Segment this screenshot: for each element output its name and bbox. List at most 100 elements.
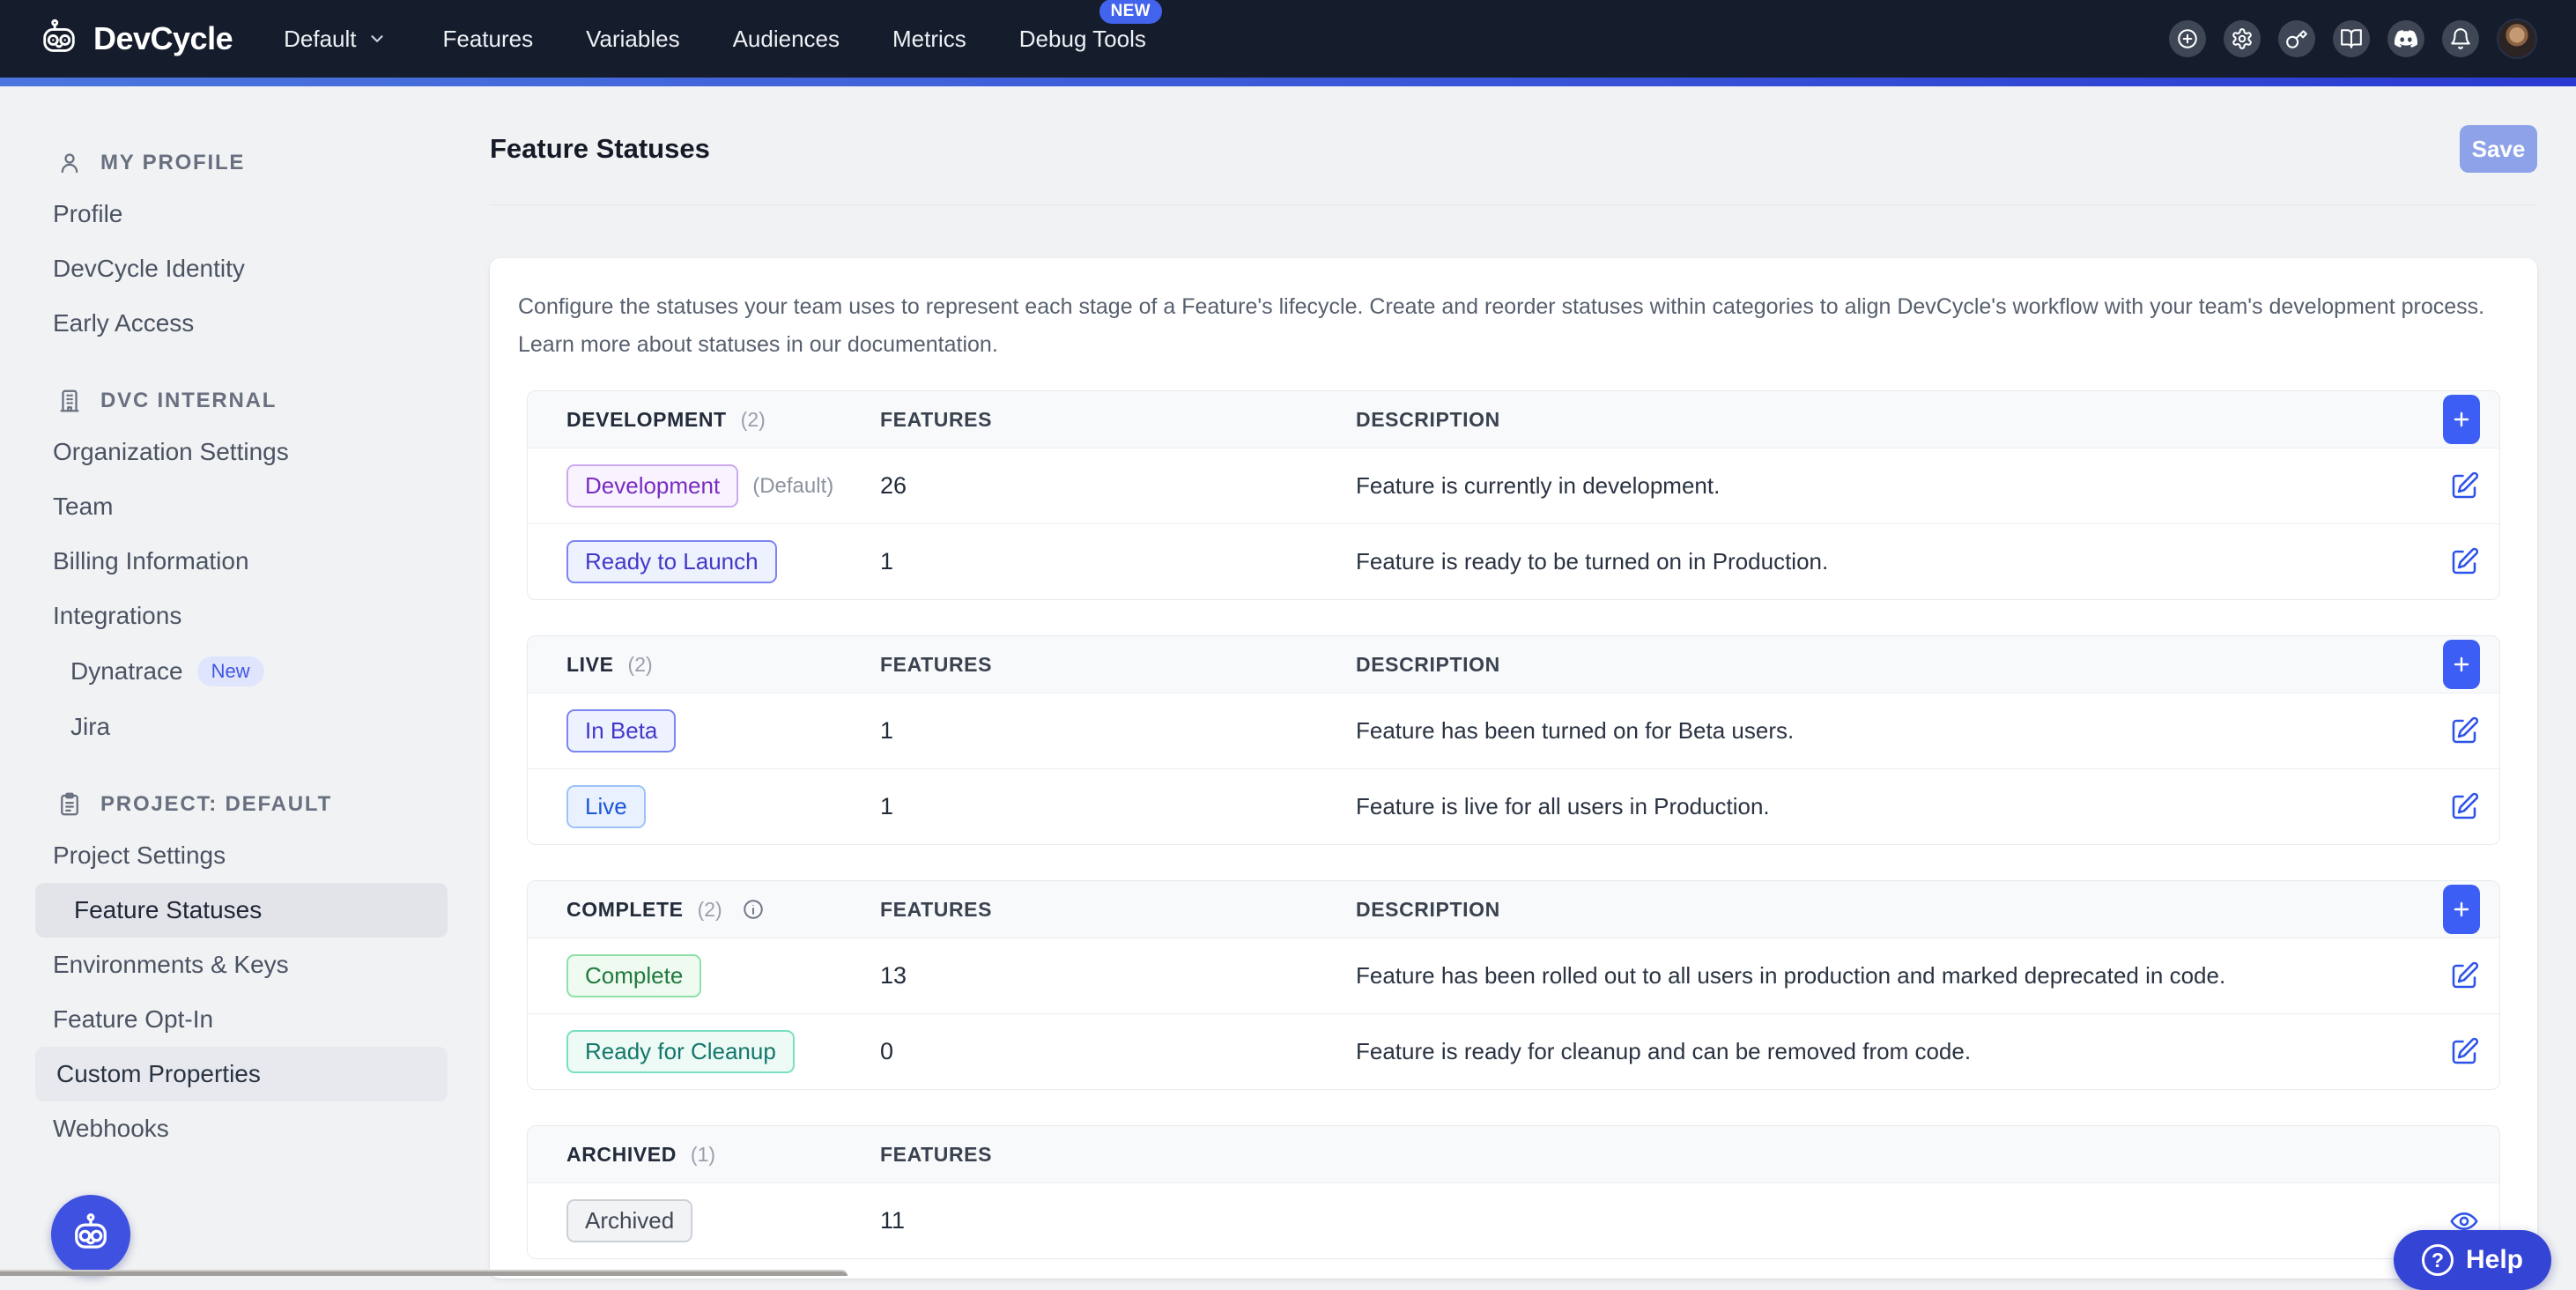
key-icon	[2285, 27, 2308, 50]
features-column-header: FEATURES	[880, 898, 1356, 922]
nav-audiences[interactable]: Audiences	[733, 26, 840, 53]
discord-button[interactable]	[2387, 20, 2424, 57]
info-icon[interactable]	[742, 898, 765, 921]
building-icon	[56, 388, 83, 414]
status-row: Archived 11	[528, 1182, 2499, 1258]
status-group-archived: ARCHIVED (1) FEATURES Archived 11	[527, 1125, 2500, 1259]
docs-book-icon	[2340, 27, 2363, 50]
feature-count: 0	[880, 1038, 1356, 1065]
gear-icon	[2231, 27, 2254, 50]
status-description: Feature is currently in development.	[1356, 472, 2424, 500]
discord-icon	[2395, 27, 2417, 50]
edit-status-button[interactable]	[2448, 960, 2480, 992]
edit-status-button[interactable]	[2448, 1036, 2480, 1068]
navbar-actions	[2169, 19, 2537, 59]
status-badge: Live	[566, 785, 646, 828]
edit-icon	[2448, 960, 2480, 992]
group-name: ARCHIVED	[566, 1143, 677, 1167]
new-badge: NEW	[1099, 0, 1162, 24]
intro-text: Configure the statuses your team uses to…	[518, 288, 2509, 364]
group-count: (2)	[698, 898, 722, 922]
add-status-button[interactable]	[2443, 640, 2480, 689]
edit-status-button[interactable]	[2448, 791, 2480, 823]
sidebar-item-integrations[interactable]: Integrations	[53, 589, 476, 643]
edit-status-button[interactable]	[2448, 715, 2480, 747]
devcycle-assistant-button[interactable]	[51, 1195, 130, 1274]
org-switcher[interactable]: Default	[284, 26, 386, 53]
devcycle-logo[interactable]: DevCycle	[39, 19, 233, 59]
section-project-default: PROJECT: DEFAULT	[56, 791, 476, 818]
bottom-panel-edge	[0, 1270, 848, 1276]
sidebar-item-project-settings[interactable]: Project Settings	[53, 828, 476, 883]
edit-icon	[2448, 546, 2480, 578]
sidebar-item-team[interactable]: Team	[53, 479, 476, 534]
edit-status-button[interactable]	[2448, 471, 2480, 502]
feature-count: 1	[880, 793, 1356, 820]
group-header: COMPLETE (2) FEATURES DESCRIPTION	[528, 881, 2499, 938]
group-header: ARCHIVED (1) FEATURES	[528, 1126, 2499, 1182]
org-switcher-label: Default	[284, 26, 356, 53]
plus-icon	[2451, 409, 2472, 430]
status-badge: In Beta	[566, 709, 676, 752]
sidebar-item-organization-settings[interactable]: Organization Settings	[53, 425, 476, 479]
status-description: Feature is live for all users in Product…	[1356, 793, 2424, 820]
status-row: Development (Default) 26 Feature is curr…	[528, 448, 2499, 523]
edit-status-button[interactable]	[2448, 546, 2480, 578]
status-description: Feature has been turned on for Beta user…	[1356, 717, 2424, 745]
settings-button[interactable]	[2224, 20, 2261, 57]
docs-button[interactable]	[2333, 20, 2370, 57]
page-title: Feature Statuses	[490, 133, 710, 165]
settings-sidebar: MY PROFILE Profile DevCycle Identity Ear…	[0, 86, 476, 1276]
primary-nav: Features Variables Audiences Metrics NEW…	[443, 26, 1146, 53]
sidebar-item-jira[interactable]: Jira	[53, 700, 476, 754]
top-navbar: DevCycle Default Features Variables Audi…	[0, 0, 2576, 78]
clipboard-icon	[56, 791, 83, 818]
feature-count: 13	[880, 962, 1356, 990]
add-status-button[interactable]	[2443, 885, 2480, 934]
edit-icon	[2448, 471, 2480, 502]
notifications-button[interactable]	[2442, 20, 2479, 57]
api-keys-button[interactable]	[2278, 20, 2315, 57]
section-my-profile: MY PROFILE	[56, 150, 476, 176]
sidebar-item-feature-statuses[interactable]: Feature Statuses	[35, 883, 448, 938]
sidebar-item-early-access[interactable]: Early Access	[53, 296, 476, 351]
status-group-live: LIVE (2) FEATURES DESCRIPTION In Beta 1 …	[527, 635, 2500, 845]
feature-count: 11	[880, 1207, 1356, 1234]
add-status-button[interactable]	[2443, 395, 2480, 444]
sidebar-item-feature-opt-in[interactable]: Feature Opt-In	[53, 992, 476, 1047]
sidebar-item-environments-keys[interactable]: Environments & Keys	[53, 938, 476, 992]
nav-metrics[interactable]: Metrics	[892, 26, 966, 53]
status-badge: Development	[566, 464, 738, 508]
group-header: LIVE (2) FEATURES DESCRIPTION	[528, 636, 2499, 693]
status-row: Live 1 Feature is live for all users in …	[528, 768, 2499, 844]
bell-icon	[2449, 27, 2472, 50]
section-dvc-internal: DVC INTERNAL	[56, 388, 476, 414]
sidebar-item-devcycle-identity[interactable]: DevCycle Identity	[53, 241, 476, 296]
description-column-header: DESCRIPTION	[1356, 408, 2424, 432]
description-column-header: DESCRIPTION	[1356, 653, 2424, 677]
header-divider	[490, 204, 2537, 205]
devcycle-robot-icon	[39, 19, 79, 59]
robot-icon	[68, 1212, 114, 1257]
sidebar-item-billing-information[interactable]: Billing Information	[53, 534, 476, 589]
edit-icon	[2448, 1036, 2480, 1068]
help-button[interactable]: ? Help	[2394, 1230, 2551, 1290]
question-icon: ?	[2422, 1244, 2454, 1276]
feature-statuses-card: Configure the statuses your team uses to…	[490, 258, 2537, 1279]
nav-debug-tools[interactable]: NEW Debug Tools	[1019, 26, 1146, 53]
status-row: Ready for Cleanup 0 Feature is ready for…	[528, 1013, 2499, 1089]
user-avatar[interactable]	[2497, 19, 2537, 59]
user-icon	[56, 150, 83, 176]
status-group-complete: COMPLETE (2) FEATURES DESCRIPTION Comple…	[527, 880, 2500, 1090]
help-label: Help	[2466, 1245, 2523, 1275]
sidebar-item-webhooks[interactable]: Webhooks	[53, 1101, 476, 1156]
sidebar-item-custom-properties[interactable]: Custom Properties	[35, 1047, 448, 1101]
brand-name: DevCycle	[93, 20, 233, 57]
save-button[interactable]: Save	[2460, 125, 2537, 173]
nav-features[interactable]: Features	[443, 26, 534, 53]
sidebar-item-profile[interactable]: Profile	[53, 187, 476, 241]
sidebar-item-dynatrace[interactable]: DynatraceNew	[53, 643, 476, 700]
invite-button[interactable]	[2169, 20, 2206, 57]
nav-variables[interactable]: Variables	[586, 26, 679, 53]
main-content: Feature Statuses Save Configure the stat…	[476, 86, 2576, 1276]
